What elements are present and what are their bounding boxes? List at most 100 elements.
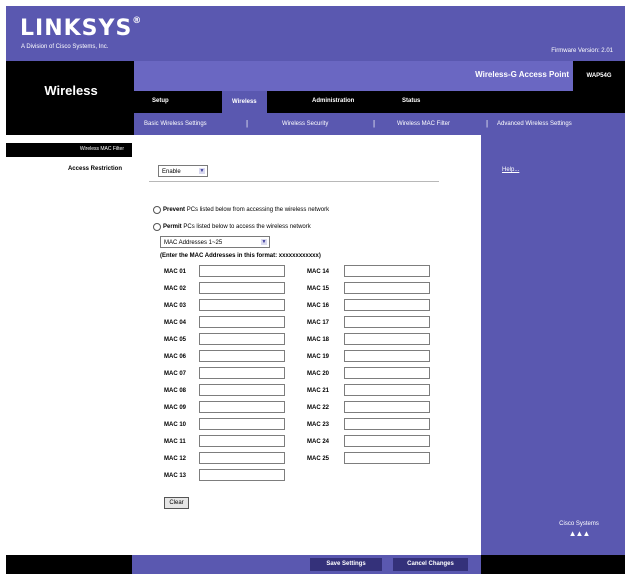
subtab-separator: | [486,119,489,128]
permit-text: PCs listed below to access the wireless … [183,224,311,230]
page: LINKSYS® A Division of Cisco Systems, In… [0,0,631,580]
save-settings-button[interactable]: Save Settings [310,558,382,571]
firmware-version: Firmware Version: 2.01 [551,48,613,54]
main-tabs: Setup Wireless Administration Status [134,91,625,113]
prevent-option[interactable]: Prevent PCs listed below from accessing … [153,206,330,214]
mac-label-12: MAC 12 [164,456,187,462]
product-band: Wireless-G Access Point WAP54G [134,61,625,91]
mac-label-20: MAC 20 [307,371,330,377]
mac-format-hint: (Enter the MAC Addresses in this format:… [160,253,321,259]
mac-label-21: MAC 21 [307,388,330,394]
mac-input-07[interactable] [199,367,285,379]
prevent-label: Prevent [163,207,186,213]
subtab-wireless-security[interactable]: Wireless Security [282,121,328,127]
cisco-bridge-icon: ▲▲▲ [568,529,591,538]
mac-label-03: MAC 03 [164,303,187,309]
left-column: Wireless MAC Filter Access Restriction [6,135,132,555]
clear-button[interactable]: Clear [164,497,189,509]
mac-input-25[interactable] [344,452,430,464]
subtab-wireless-mac-filter[interactable]: Wireless MAC Filter [397,121,450,127]
tab-status[interactable]: Status [402,98,420,104]
mac-label-02: MAC 02 [164,286,187,292]
footer-left [6,555,132,574]
model-number: WAP54G [573,61,625,91]
main-content: Enable ▼ Prevent PCs listed below from a… [132,135,481,555]
section-divider [149,181,439,182]
mac-input-21[interactable] [344,384,430,396]
mac-label-06: MAC 06 [164,354,187,360]
chevron-down-icon: ▼ [199,168,205,174]
mac-input-17[interactable] [344,316,430,328]
prevent-radio[interactable] [153,206,161,214]
mac-label-09: MAC 09 [164,405,187,411]
mac-input-22[interactable] [344,401,430,413]
subtab-basic-wireless-settings[interactable]: Basic Wireless Settings [144,121,207,127]
product-name: Wireless-G Access Point [475,70,569,79]
help-link[interactable]: Help... [502,167,519,173]
mac-label-17: MAC 17 [307,320,330,326]
permit-radio[interactable] [153,223,161,231]
cancel-changes-button[interactable]: Cancel Changes [393,558,468,571]
left-section-label: Wireless MAC Filter [79,146,124,152]
mac-label-25: MAC 25 [307,456,330,462]
subtab-advanced-wireless-settings[interactable]: Advanced Wireless Settings [497,121,572,127]
mac-input-03[interactable] [199,299,285,311]
mac-input-23[interactable] [344,418,430,430]
header: LINKSYS® A Division of Cisco Systems, In… [6,6,625,61]
mac-label-07: MAC 07 [164,371,187,377]
mac-input-19[interactable] [344,350,430,362]
linksys-logo: LINKSYS® [20,16,143,41]
mac-input-24[interactable] [344,435,430,447]
mac-label-14: MAC 14 [307,269,330,275]
mac-input-04[interactable] [199,316,285,328]
cisco-systems-name: Cisco Systems [559,521,599,527]
mac-range-value: MAC Addresses 1~25 [164,240,223,246]
subtab-separator: | [246,119,249,128]
mac-input-18[interactable] [344,333,430,345]
mac-label-15: MAC 15 [307,286,330,292]
mac-input-20[interactable] [344,367,430,379]
mac-input-02[interactable] [199,282,285,294]
mac-label-19: MAC 19 [307,354,330,360]
mac-label-01: MAC 01 [164,269,187,275]
mac-range-select[interactable]: MAC Addresses 1~25 ▼ [160,236,270,248]
mac-input-06[interactable] [199,350,285,362]
mac-input-13[interactable] [199,469,285,481]
access-restriction-select[interactable]: Enable ▼ [158,165,208,177]
access-restriction-label: Access Restriction [67,166,122,172]
tab-wireless[interactable]: Wireless [222,91,267,113]
left-section-bar: Wireless MAC Filter [6,143,132,157]
cisco-systems-logo: Cisco Systems ▲▲▲ [557,521,601,539]
mac-input-09[interactable] [199,401,285,413]
tab-setup[interactable]: Setup [152,98,169,104]
footer-actions: Save Settings Cancel Changes [132,555,481,574]
mac-input-11[interactable] [199,435,285,447]
mac-label-04: MAC 04 [164,320,187,326]
permit-option[interactable]: Permit PCs listed below to access the wi… [153,223,311,231]
mac-label-16: MAC 16 [307,303,330,309]
prevent-text: PCs listed below from accessing the wire… [186,207,330,213]
mac-label-13: MAC 13 [164,473,187,479]
logo-subtitle: A Division of Cisco Systems, Inc. [21,44,109,50]
help-column: Help... Cisco Systems ▲▲▲ [481,135,625,555]
mac-label-11: MAC 11 [164,439,186,445]
mac-input-12[interactable] [199,452,285,464]
mac-label-23: MAC 23 [307,422,330,428]
mac-label-24: MAC 24 [307,439,330,445]
mac-input-16[interactable] [344,299,430,311]
footer-right [481,555,625,574]
nav-band: Wireless Wireless-G Access Point WAP54G … [6,61,625,135]
mac-input-14[interactable] [344,265,430,277]
mac-input-08[interactable] [199,384,285,396]
mac-input-10[interactable] [199,418,285,430]
mac-label-08: MAC 08 [164,388,187,394]
mac-label-05: MAC 05 [164,337,187,343]
tab-administration[interactable]: Administration [312,98,354,104]
mac-label-18: MAC 18 [307,337,330,343]
mac-input-05[interactable] [199,333,285,345]
mac-label-22: MAC 22 [307,405,330,411]
mac-input-15[interactable] [344,282,430,294]
chevron-down-icon: ▼ [261,239,267,245]
mac-input-01[interactable] [199,265,285,277]
subtab-separator: | [373,119,376,128]
